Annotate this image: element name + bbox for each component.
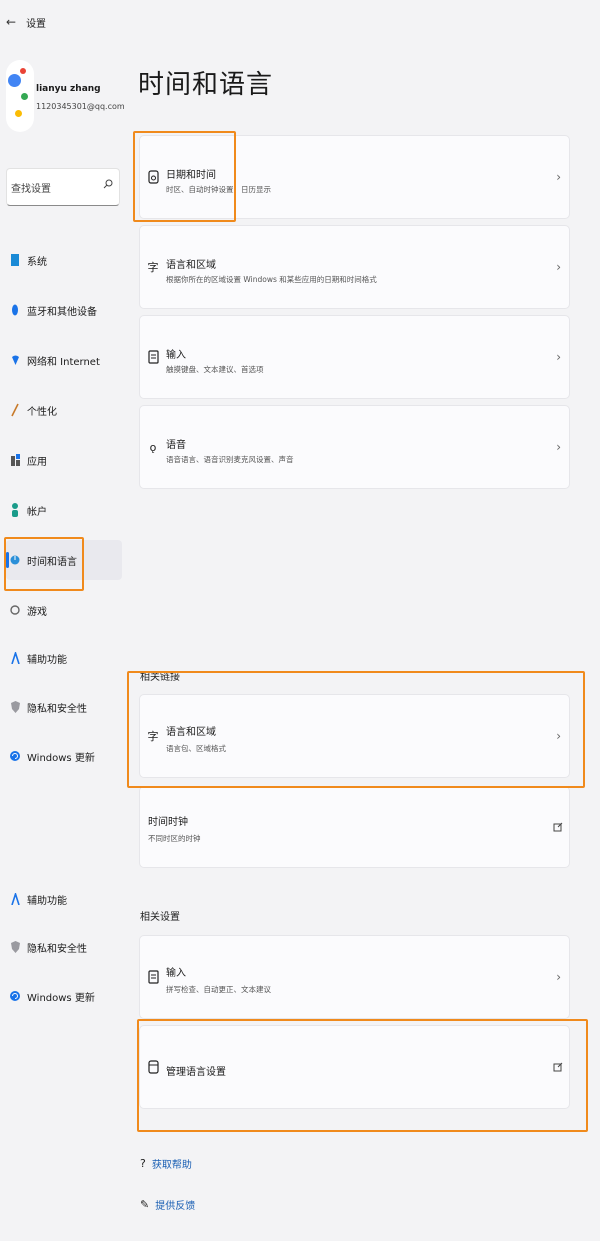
search-icon[interactable] [103,179,113,189]
sidebar-item-windows-update-2[interactable]: Windows 更新 [6,976,122,1016]
search-placeholder: 查找设置 [11,184,51,195]
sidebar-item-label: 蓝牙和其他设备 [27,306,97,318]
get-help-label: 获取帮助 [151,1160,192,1171]
card-language-region[interactable]: 字 语言和区域 根据你所在的区域设置 Windows 和某些应用的日期和时间格式… [139,225,570,309]
sidebar-item-apps[interactable]: 应用 [6,440,122,480]
sidebar-item-label: 游戏 [27,606,47,618]
sidebar-item-label: 帐户 [27,506,47,518]
highlight-date-time [133,131,236,222]
apps-icon [9,453,21,467]
sidebar-item-label: 辅助功能 [27,895,67,907]
sidebar-item-network[interactable]: 网络和 Internet [6,340,122,380]
sidebar-item-label: 系统 [27,256,47,268]
page-title: 时间和语言 [138,70,274,100]
windows-update-icon [9,749,21,763]
account-icon [9,503,21,517]
sidebar-item-windows-update[interactable]: Windows 更新 [6,736,122,776]
sidebar-item-privacy-2[interactable]: 隐私和安全性 [6,927,122,967]
bluetooth-icon [9,303,21,317]
chevron-right-icon: › [556,440,561,454]
speech-icon: ǫ [149,440,157,454]
windows-update-icon [9,989,21,1003]
sidebar-item-privacy[interactable]: 隐私和安全性 [6,687,122,727]
avatar-dot-blue [8,74,21,87]
give-feedback-link[interactable]: ✎ 提供反馈 [140,1197,195,1212]
external-link-icon [553,822,563,832]
get-help-link[interactable]: ? 获取帮助 [140,1156,192,1171]
chevron-right-icon: › [556,350,561,364]
card-title: 语言和区域 [166,260,216,271]
user-profile[interactable]: lianyu zhang 1120345301@qq.com [6,60,126,135]
profile-name: lianyu zhang [36,84,101,94]
chevron-right-icon: › [556,260,561,274]
card-typing[interactable]: 输入 触摸键盘、文本建议、首选项 › [139,315,570,399]
card-subtitle: 根据你所在的区域设置 Windows 和某些应用的日期和时间格式 [166,275,377,284]
sidebar-item-gaming[interactable]: 游戏 [6,590,122,630]
card-subtitle: 不同时区的时钟 [148,834,201,843]
chevron-right-icon: › [556,970,561,984]
sidebar-item-label: 网络和 Internet [27,356,100,368]
profile-email: 1120345301@qq.com [36,102,125,111]
avatar [6,60,34,132]
card-related-clock[interactable]: 时间时钟 不同时区的时钟 [139,786,570,868]
avatar-dot-green [21,93,28,100]
window-title: 设置 [26,18,47,30]
card-subtitle: 拼写检查、自动更正、文本建议 [166,985,271,994]
sidebar-item-label: Windows 更新 [27,752,95,764]
back-arrow-icon[interactable]: ← [6,15,16,29]
privacy-icon [9,940,21,954]
sidebar-item-label: 隐私和安全性 [27,703,87,715]
sidebar-item-system[interactable]: 系统 [6,240,122,280]
card-title: 语音 [166,440,186,451]
card-subtitle: 语音语言、语音识别麦克风设置、声音 [166,455,294,464]
network-icon [9,353,21,367]
highlight-manage-language [137,1019,588,1132]
avatar-dot-yellow [15,110,22,117]
sidebar-item-label: 隐私和安全性 [27,943,87,955]
title-bar: ← 设置 [6,12,46,32]
give-feedback-label: 提供反馈 [155,1201,196,1212]
chevron-right-icon: › [556,170,561,184]
sidebar-item-label: 辅助功能 [27,654,67,666]
language-region-icon: 字 [147,261,159,274]
sidebar-item-accessibility-2[interactable]: 辅助功能 [6,879,122,919]
system-icon [9,253,21,267]
sidebar-item-bluetooth[interactable]: 蓝牙和其他设备 [6,290,122,330]
sidebar-item-label: Windows 更新 [27,992,95,1004]
card-title: 时间时钟 [148,817,188,828]
keyboard-icon [146,969,160,985]
privacy-icon [9,700,21,714]
feedback-icon: ✎ [140,1198,150,1211]
sidebar-item-label: 个性化 [27,406,57,418]
section-heading-related-settings: 相关设置 [140,912,180,923]
gaming-icon [9,603,21,617]
highlight-related-links [127,671,585,788]
keyboard-icon [146,349,160,365]
avatar-dot-red [20,68,26,74]
search-input[interactable]: 查找设置 [6,168,120,206]
card-speech[interactable]: ǫ 语音 语音语言、语音识别麦克风设置、声音 › [139,405,570,489]
card-title: 输入 [166,968,186,979]
card-subtitle: 触摸键盘、文本建议、首选项 [166,365,264,374]
accessibility-icon [9,651,21,665]
sidebar-item-accessibility[interactable]: 辅助功能 [6,638,122,678]
sidebar-item-accounts[interactable]: 帐户 [6,490,122,530]
sidebar-item-personalization[interactable]: 个性化 [6,390,122,430]
accessibility-icon [9,892,21,906]
card-title: 输入 [166,350,186,361]
sidebar-item-label: 应用 [27,456,47,468]
personalization-icon [9,403,21,417]
card-related-typing[interactable]: 输入 拼写检查、自动更正、文本建议 › [139,935,570,1019]
highlight-sidebar-time-language [4,537,84,591]
help-icon: ? [140,1157,146,1170]
